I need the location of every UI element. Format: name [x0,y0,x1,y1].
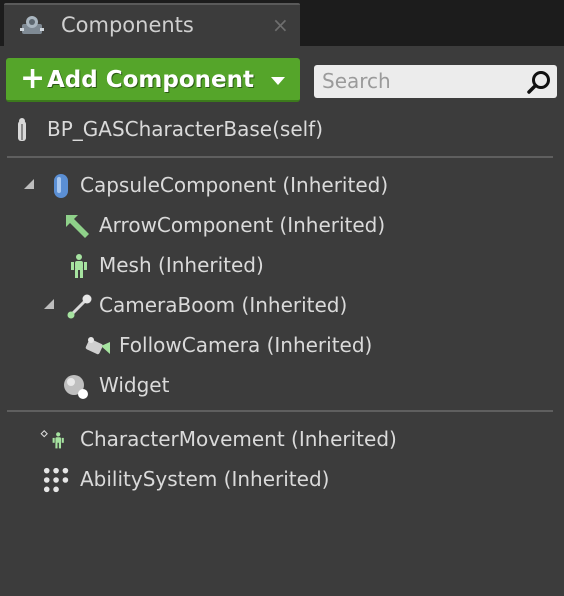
tree-item-label: AbilitySystem (Inherited) [80,467,330,491]
chevron-down-icon [271,77,285,85]
add-component-label: Add Component [47,67,254,93]
panel-body: + Add Component BP_GASCharacterBase(self… [0,46,564,596]
divider [7,156,553,158]
tree-item-ability-system[interactable]: AbilitySystem (Inherited) [0,462,564,496]
plus-icon: + [20,61,46,96]
search-input[interactable] [322,68,522,94]
search-box [314,65,557,98]
close-icon[interactable]: × [272,12,289,38]
arrow-icon [66,215,89,238]
widget-icon [64,375,88,399]
components-panel: Components × + Add Component BP_GASChara… [0,0,564,596]
add-component-button[interactable]: + Add Component [6,58,300,102]
camera-boom-icon [67,294,92,319]
expand-arrow-icon[interactable] [24,179,34,189]
expand-arrow-icon[interactable] [44,299,54,309]
tree-item-label: CapsuleComponent (Inherited) [80,173,389,197]
tree-item-mesh[interactable]: Mesh (Inherited) [0,248,564,282]
tree-item-widget[interactable]: Widget [0,368,564,402]
tab-strip: Components × [0,0,564,46]
tab-components[interactable]: Components × [4,3,300,46]
tree-root-row[interactable]: BP_GASCharacterBase(self) [0,112,564,146]
divider [7,410,553,412]
tab-title: Components [61,13,194,37]
tree-item-arrow[interactable]: ArrowComponent (Inherited) [0,208,564,242]
character-movement-icon [40,429,64,449]
actor-self-icon [18,118,26,141]
tree-item-label: CharacterMovement (Inherited) [80,427,397,451]
camera-icon [85,337,110,355]
tree-item-label: Mesh (Inherited) [99,253,264,277]
tree-item-label: Widget [99,373,170,397]
tree-item-label: CameraBoom (Inherited) [99,293,348,317]
tree-item-capsule[interactable]: CapsuleComponent (Inherited) [0,168,564,202]
tree-root-label: BP_GASCharacterBase(self) [47,117,324,141]
tree-item-camera-boom[interactable]: CameraBoom (Inherited) [0,288,564,322]
search-icon[interactable] [526,69,552,95]
tree-item-label: ArrowComponent (Inherited) [99,213,386,237]
tree-item-character-movement[interactable]: CharacterMovement (Inherited) [0,422,564,456]
mesh-icon [71,254,87,278]
components-icon [20,16,44,34]
tree-item-label: FollowCamera (Inherited) [119,333,373,357]
tree-item-follow-camera[interactable]: FollowCamera (Inherited) [0,328,564,362]
ability-system-icon [43,467,69,493]
capsule-icon [54,174,68,198]
